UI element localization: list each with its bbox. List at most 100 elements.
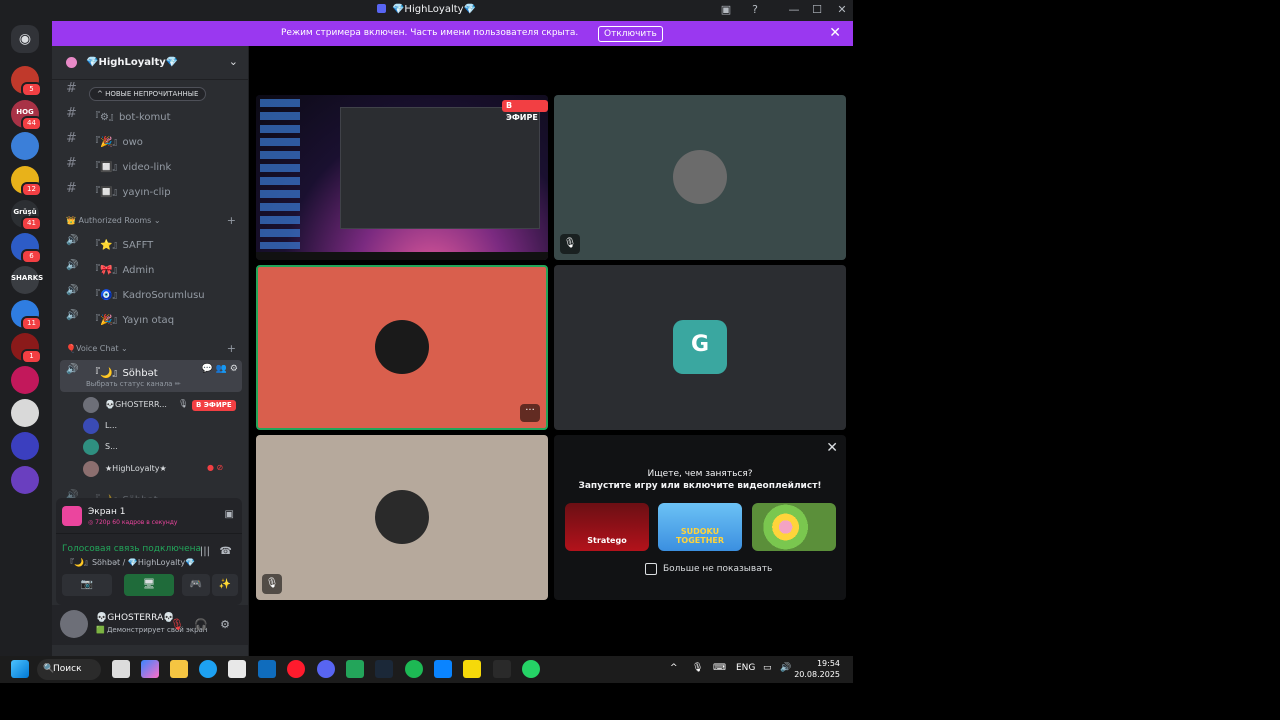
spotify-icon[interactable]: [405, 660, 423, 678]
voice-channel-kadrosorumlusu[interactable]: 🔊 『🧿』KadroSorumlusu: [60, 281, 242, 303]
voice-member[interactable]: L...: [83, 416, 241, 436]
tray-overflow-icon[interactable]: ^: [670, 663, 678, 673]
close-icon[interactable]: ✕: [826, 440, 838, 456]
disable-streamer-mode-button[interactable]: Отключить: [598, 26, 663, 42]
username[interactable]: 💀GHOSTERRA💀: [96, 613, 174, 623]
avatar[interactable]: [60, 610, 88, 638]
voice-channel-yayin-otaq[interactable]: 🔊 『🎉』Yayın otaq: [60, 306, 242, 328]
participant-tile-speaking[interactable]: ···: [256, 265, 548, 430]
banner-close-icon[interactable]: ✕: [829, 25, 841, 41]
mic-muted-icon: 🎙: [178, 399, 189, 408]
server-icon[interactable]: 12: [11, 166, 42, 197]
app-icon[interactable]: [463, 660, 481, 678]
taskbar-search[interactable]: 🔍 Поиск: [37, 659, 101, 680]
server-header[interactable]: 💎HighLoyalty💎 ⌄: [52, 46, 248, 80]
server-icon[interactable]: 11: [11, 300, 42, 331]
voice-channel-sohbet[interactable]: 🔊 『🌙』Söhbət Выбрать статус канала ✏ 💬 👥 …: [60, 360, 242, 392]
channel-action-icons[interactable]: 💬 👥 ⚙: [202, 364, 238, 374]
steam-icon[interactable]: [375, 660, 393, 678]
server-icon[interactable]: 1: [11, 333, 42, 364]
game-card-stratego[interactable]: Stratego: [565, 503, 649, 551]
camera-button[interactable]: 📷: [62, 574, 112, 596]
windows-start-icon[interactable]: [11, 660, 29, 678]
server-icon[interactable]: Grüşü 41: [11, 200, 42, 231]
epic-games-icon[interactable]: [493, 660, 511, 678]
inbox-icon[interactable]: ▣: [717, 2, 735, 18]
new-unread-pill[interactable]: ^ НОВЫЕ НЕПРОЧИТАННЫЕ: [89, 87, 207, 101]
server-icon[interactable]: HOG 44: [11, 100, 42, 131]
keyboard-icon[interactable]: ⌨: [713, 663, 726, 673]
settings-gear-icon[interactable]: ⚙: [216, 616, 234, 634]
participant-tile[interactable]: 🎙: [554, 95, 846, 260]
network-icon[interactable]: ▭: [763, 663, 772, 673]
outlook-icon[interactable]: [258, 660, 276, 678]
chevron-down-icon[interactable]: ⌄: [229, 55, 238, 68]
participant-tile[interactable]: G: [554, 265, 846, 430]
voice-channel-admin[interactable]: 🔊 『🎀』Admin: [60, 256, 242, 278]
noise-suppression-icon[interactable]: |||: [200, 546, 210, 557]
category-authorized-rooms[interactable]: 👑 Authorized Rooms ⌄: [66, 216, 161, 225]
voice-member[interactable]: 💀GHOSTERR... 🎙 В ЭФИРЕ: [83, 395, 241, 415]
store-icon[interactable]: [228, 660, 246, 678]
task-view-icon[interactable]: [112, 660, 130, 678]
volume-icon[interactable]: 🔊: [780, 663, 791, 673]
add-channel-icon[interactable]: +: [227, 342, 236, 355]
microphone-icon[interactable]: 🎙: [692, 663, 703, 673]
participant-tile[interactable]: 🎙: [256, 435, 548, 600]
voice-member[interactable]: S...: [83, 437, 241, 457]
screen-share-button[interactable]: 🖥: [124, 574, 174, 596]
soundboard-button[interactable]: ✨: [212, 574, 238, 596]
discord-home-icon[interactable]: ◉: [11, 25, 39, 53]
mic-muted-icon[interactable]: 🎙: [168, 616, 186, 634]
server-icon[interactable]: SHARKS: [11, 266, 43, 294]
language-indicator[interactable]: ENG: [736, 663, 755, 673]
channel-video-link[interactable]: # 『🔲』video-link: [60, 153, 242, 175]
taskbar-clock[interactable]: 19:54 20.08.2025: [794, 658, 840, 680]
mention-badge: 12: [21, 182, 42, 197]
help-icon[interactable]: ?: [746, 2, 764, 18]
channel-yayin-clip[interactable]: # 『🔲』yayın-clip: [60, 178, 242, 200]
voice-connected-status[interactable]: Голосовая связь подключена: [62, 544, 201, 554]
opera-icon[interactable]: [287, 660, 305, 678]
edge-icon[interactable]: [199, 660, 217, 678]
server-icon[interactable]: [11, 132, 39, 160]
stream-tile[interactable]: В ЭФИРЕ: [256, 95, 548, 260]
voice-member[interactable]: ★HighLoyalty★ ● ⊘: [83, 459, 241, 479]
app-icon[interactable]: [346, 660, 364, 678]
speaker-icon: 🔊: [66, 364, 79, 375]
server-icon[interactable]: [11, 432, 39, 460]
close-window-button[interactable]: ✕: [833, 2, 851, 18]
vpn-icon[interactable]: [434, 660, 452, 678]
channel-bot-komut[interactable]: # 『⚙』bot-komut: [60, 103, 242, 125]
channel-owo[interactable]: # 『🎉』owo: [60, 128, 242, 150]
channel-label: 『🎉』owo: [90, 137, 143, 148]
maximize-button[interactable]: ☐: [808, 2, 826, 18]
search-label: Поиск: [53, 664, 82, 674]
activity-button[interactable]: 🎮: [182, 574, 210, 596]
game-card-blocks[interactable]: [752, 503, 836, 551]
whatsapp-icon[interactable]: [522, 660, 540, 678]
dont-show-label[interactable]: Больше не показывать: [663, 564, 772, 574]
category-voice-chat[interactable]: 🎈Voice Chat ⌄: [66, 344, 128, 353]
game-card-sudoku[interactable]: SUDOKU TOGETHER: [658, 503, 742, 551]
server-icon[interactable]: 5: [11, 66, 42, 97]
add-channel-icon[interactable]: +: [227, 214, 236, 227]
file-explorer-icon[interactable]: [170, 660, 188, 678]
server-icon[interactable]: [11, 366, 39, 394]
set-channel-status[interactable]: Выбрать статус канала ✏: [86, 380, 181, 388]
disconnect-icon[interactable]: ☎: [220, 546, 232, 557]
server-icon[interactable]: [11, 466, 39, 494]
server-icon[interactable]: 6: [11, 233, 42, 264]
dont-show-checkbox[interactable]: [645, 563, 657, 575]
minimize-button[interactable]: —: [785, 2, 803, 18]
discord-taskbar-icon[interactable]: [317, 660, 335, 678]
stop-stream-icon[interactable]: ▣: [225, 509, 234, 520]
server-icon[interactable]: [11, 399, 39, 427]
avatar: [83, 439, 99, 455]
voice-channel-path[interactable]: 『🌙』Söhbət / 💎HighLoyalty💎: [66, 557, 195, 568]
headphones-icon[interactable]: 🎧: [192, 616, 210, 634]
copilot-icon[interactable]: [141, 660, 159, 678]
voice-channel-safft[interactable]: 🔊 『⭐』SAFFT: [60, 231, 242, 253]
avatar: [673, 150, 727, 204]
more-options-icon[interactable]: ···: [520, 404, 540, 422]
